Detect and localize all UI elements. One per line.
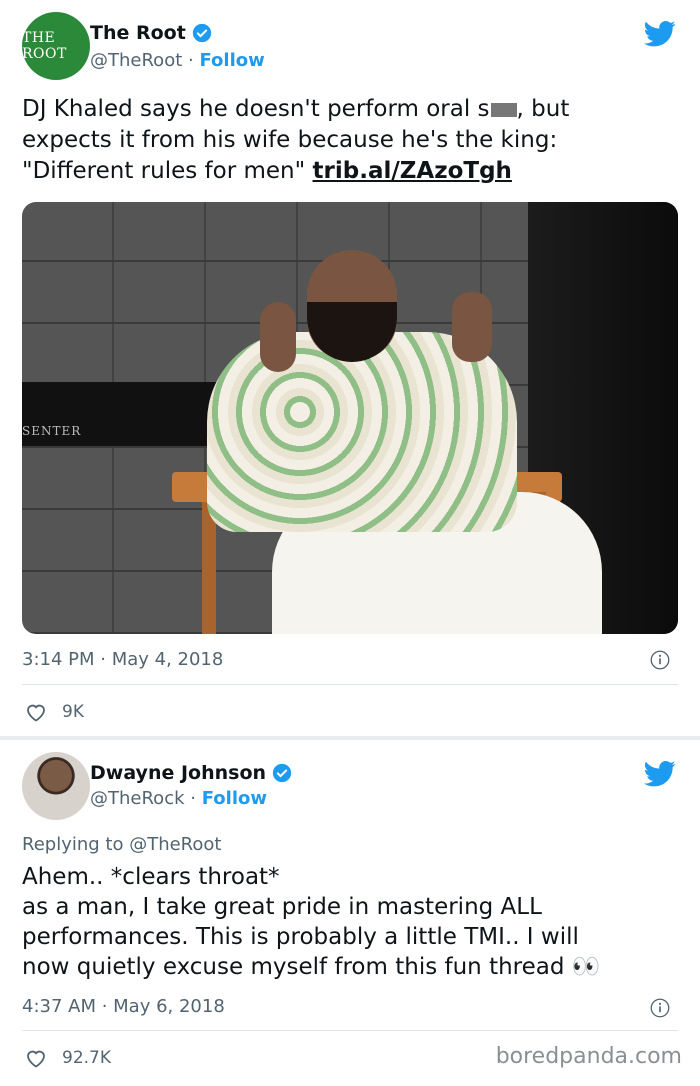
text-line: "Different rules for men" [22, 158, 313, 184]
photo-sign-text: SENTER [22, 424, 82, 438]
photo-person-jacket [207, 332, 517, 532]
verified-icon [192, 23, 211, 43]
censor-block [490, 103, 517, 117]
tweet-photo[interactable]: SENTER [22, 202, 678, 634]
divider [22, 1030, 678, 1031]
follow-button[interactable]: Follow [199, 50, 264, 71]
photo-person-hand [452, 292, 492, 362]
text-line: now quietly excuse myself from this fun … [22, 954, 601, 980]
twitter-bird-icon[interactable] [644, 760, 676, 788]
handle-row: @TheRoot · Follow [90, 50, 265, 71]
tweet-text: DJ Khaled says he doesn't perform oral s… [22, 94, 662, 187]
like-action[interactable]: 92.7K [24, 1046, 111, 1070]
follow-button[interactable]: Follow [202, 788, 267, 809]
text-line: DJ Khaled says he doesn't perform oral s [22, 96, 490, 122]
text-line: , but [516, 96, 570, 122]
watermark: boredpanda.com [495, 1044, 682, 1069]
like-action[interactable]: 9K [24, 700, 84, 724]
avatar-the-root[interactable]: THE ROOT [22, 12, 90, 80]
heart-icon[interactable] [24, 700, 48, 724]
text-line: expects it from his wife because he's th… [22, 127, 558, 153]
avatar-dwayne-johnson[interactable] [22, 752, 90, 820]
author-row: Dwayne Johnson [90, 762, 292, 784]
separator: · [190, 788, 196, 809]
divider [22, 684, 678, 685]
text-line: performances. This is probably a little … [22, 924, 579, 950]
heart-icon[interactable] [24, 1046, 48, 1070]
author-name[interactable]: Dwayne Johnson [90, 762, 266, 784]
tweet-dwayne-johnson: Dwayne Johnson @TheRock · Follow Replyin… [0, 740, 700, 1086]
article-link[interactable]: trib.al/ZAzoTgh [313, 158, 512, 184]
info-icon[interactable] [650, 998, 670, 1018]
like-count: 9K [62, 702, 84, 722]
separator: · [188, 50, 194, 71]
verified-icon [272, 763, 292, 783]
logo-text: THE ROOT [22, 30, 67, 62]
author-handle[interactable]: @TheRoot [90, 50, 182, 71]
timestamp[interactable]: 3:14 PM · May 4, 2018 [22, 649, 223, 670]
photo-person-hand [260, 302, 296, 372]
like-count: 92.7K [62, 1048, 111, 1068]
info-icon[interactable] [650, 650, 670, 670]
twitter-bird-icon[interactable] [644, 20, 676, 48]
text-line: as a man, I take great pride in masterin… [22, 894, 542, 920]
handle-row: @TheRock · Follow [90, 788, 267, 809]
author-row: The Root [90, 22, 212, 44]
author-handle[interactable]: @TheRock [90, 788, 185, 809]
timestamp[interactable]: 4:37 AM · May 6, 2018 [22, 996, 225, 1017]
replying-to[interactable]: Replying to @TheRoot [22, 834, 221, 855]
author-name[interactable]: The Root [90, 22, 186, 44]
tweet-text: Ahem.. *clears throat* as a man, I take … [22, 862, 682, 982]
tweet-the-root: THE ROOT The Root @TheRoot · Follow DJ K… [0, 0, 700, 736]
text-line: Ahem.. *clears throat* [22, 864, 280, 890]
